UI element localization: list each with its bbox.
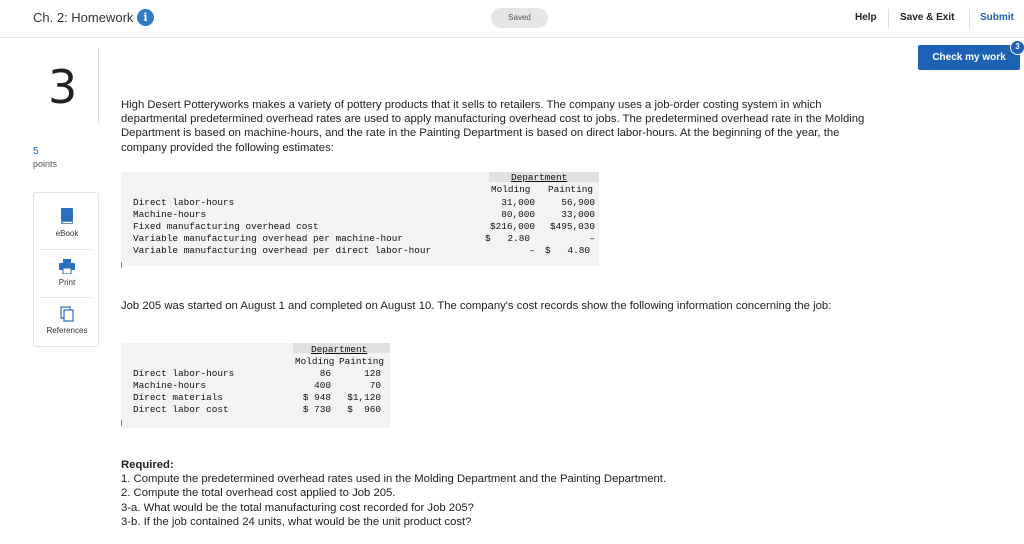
table-row-label: Variable manufacturing overhead per mach… — [133, 233, 404, 244]
column-header-molding: Molding — [295, 356, 335, 367]
required-item: 2. Compute the total overhead cost appli… — [121, 487, 396, 500]
book-icon — [61, 208, 73, 224]
print-label: Print — [58, 278, 76, 287]
table-row-label: Variable manufacturing overhead per dire… — [133, 245, 432, 256]
estimates-table: Department Molding Painting Direct labor… — [121, 172, 599, 268]
column-header-painting: Painting — [339, 356, 385, 367]
table-cell: 70 — [369, 380, 381, 391]
top-bar: Ch. 2: Homework i Saved Help Save & Exit… — [0, 0, 1024, 38]
points-value: 5 — [33, 146, 39, 157]
table-row-label: Machine-hours — [133, 380, 207, 391]
table-edge — [121, 420, 122, 426]
table-cell: $ 948 — [302, 392, 331, 403]
question-number: 3 — [48, 60, 78, 114]
problem-intro-text: High Desert Potteryworks makes a variety… — [121, 99, 865, 154]
job-205-text: Job 205 was started on August 1 and comp… — [121, 300, 832, 312]
tools-panel: eBook Print References — [33, 192, 99, 347]
required-item: 1. Compute the predetermined overhead ra… — [121, 473, 667, 486]
help-button[interactable]: Help — [855, 12, 877, 23]
table-cell: $ 2.80 — [485, 233, 531, 244]
printer-icon — [59, 259, 75, 274]
required-heading: Required: — [121, 459, 174, 471]
required-item: 3-b. If the job contained 24 units, what… — [121, 515, 472, 528]
table-cell: $1,120 — [347, 392, 381, 403]
table-row-label: Direct labor-hours — [133, 197, 235, 208]
table-cell: 31,000 — [501, 197, 535, 208]
assignment-title: Ch. 2: Homework — [33, 10, 134, 25]
divider — [969, 9, 970, 29]
table-row-label: Direct labor-hours — [133, 368, 235, 379]
saved-status-badge: Saved — [491, 8, 548, 28]
job-205-table: Department Molding Painting Direct labor… — [121, 343, 390, 428]
required-section: Required: 1. Compute the predetermined o… — [121, 458, 881, 529]
table-cell: $495,030 — [549, 221, 595, 232]
table-cell: 33,000 — [561, 209, 595, 220]
column-header-molding: Molding — [491, 184, 531, 195]
ebook-button[interactable]: eBook — [34, 207, 100, 238]
points-label: points — [33, 159, 58, 169]
references-label: References — [46, 326, 88, 335]
table-group-header: Department — [511, 172, 568, 183]
submit-button[interactable]: Submit — [980, 12, 1014, 23]
table-cell: – — [589, 233, 595, 244]
documents-icon — [60, 306, 74, 322]
check-my-work-button[interactable]: Check my work — [918, 45, 1020, 70]
divider — [98, 48, 99, 123]
divider — [40, 249, 94, 250]
table-row-label: Direct materials — [133, 392, 224, 403]
table-cell: 86 — [319, 368, 331, 379]
table-cell: 128 — [364, 368, 381, 379]
print-button[interactable]: Print — [34, 259, 100, 287]
table-cell: 56,900 — [561, 197, 595, 208]
ebook-label: eBook — [55, 229, 79, 238]
table-cell: $ 960 — [347, 404, 381, 415]
table-cell: $ 4.80 — [545, 245, 591, 256]
table-cell: 80,000 — [501, 209, 535, 220]
table-group-header: Department — [311, 344, 368, 355]
check-attempts-badge: 3 — [1010, 40, 1024, 55]
divider — [40, 297, 94, 298]
info-icon[interactable]: i — [137, 9, 154, 26]
references-button[interactable]: References — [34, 306, 100, 335]
table-edge — [121, 262, 122, 268]
table-row-label: Direct labor cost — [133, 404, 229, 415]
required-item: 3-a. What would be the total manufacturi… — [121, 501, 474, 514]
table-cell: $ 730 — [302, 404, 331, 415]
table-cell: – — [529, 245, 535, 256]
table-cell: 400 — [314, 380, 331, 391]
table-row-label: Fixed manufacturing overhead cost — [133, 221, 319, 232]
table-row-label: Machine-hours — [133, 209, 207, 220]
table-cell: $216,000 — [489, 221, 535, 232]
save-exit-button[interactable]: Save & Exit — [900, 12, 954, 23]
divider — [888, 9, 889, 29]
column-header-painting: Painting — [548, 184, 594, 195]
